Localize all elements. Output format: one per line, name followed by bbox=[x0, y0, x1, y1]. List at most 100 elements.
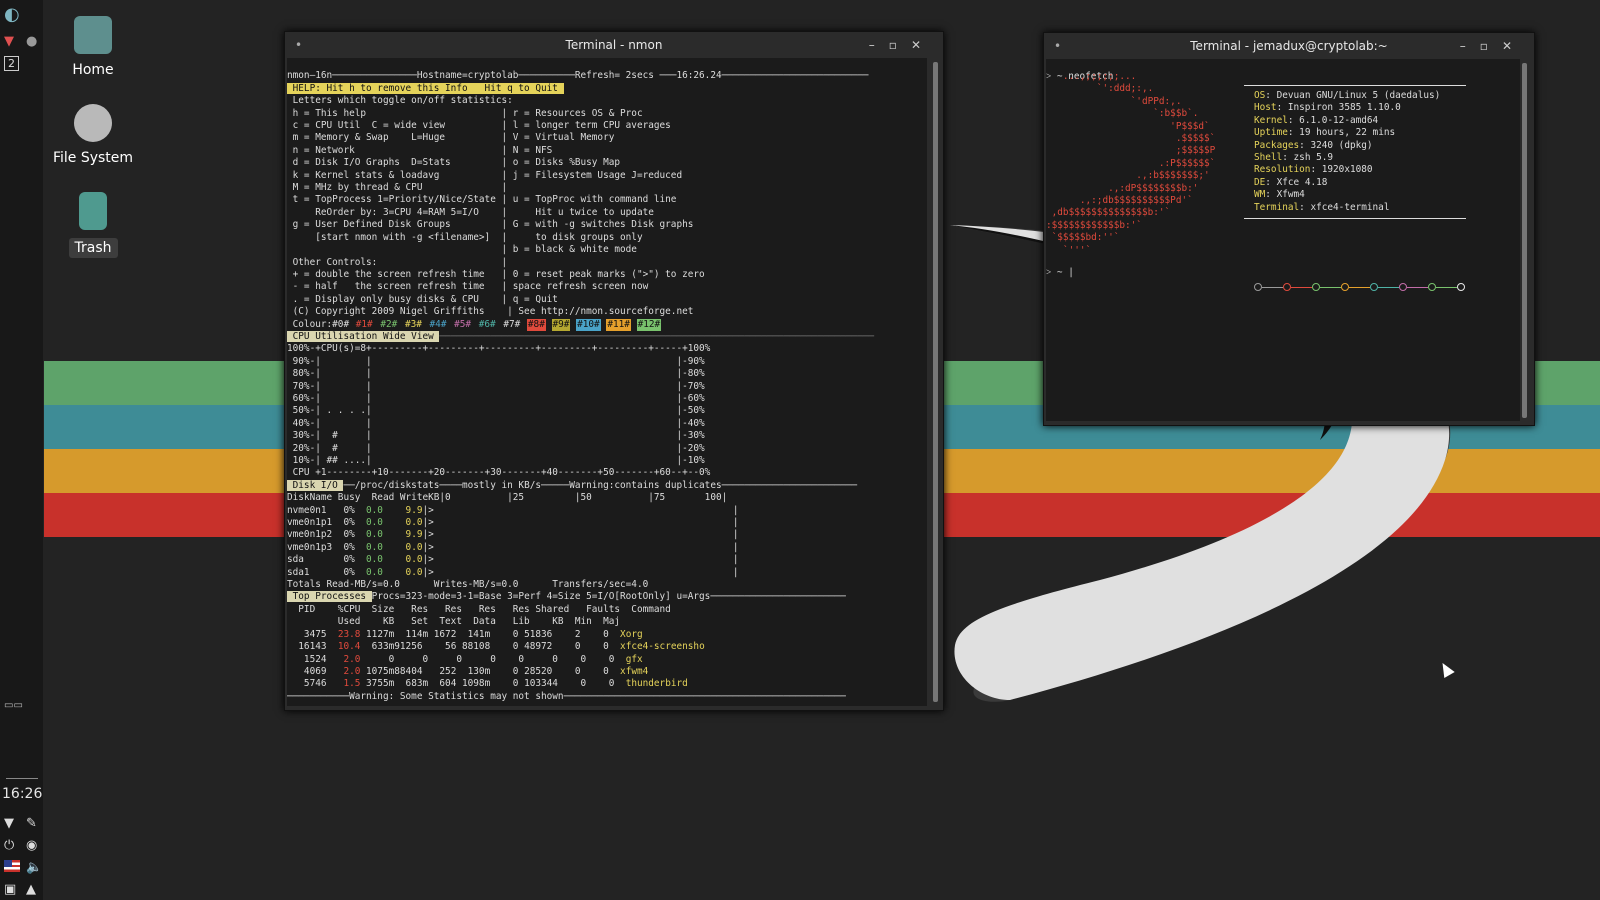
colour-swatch: #7# bbox=[503, 318, 521, 330]
notification-bell-icon[interactable]: ▲ bbox=[26, 882, 36, 897]
network-icon[interactable]: ▼ bbox=[4, 816, 14, 831]
window-controls[interactable]: –▫✕ bbox=[869, 32, 935, 58]
help-line: g = User Defined Disk Groups | G = with … bbox=[287, 219, 694, 231]
disk-write: 0.0 bbox=[394, 566, 423, 578]
table-row: vme0n1p3 0% 0.0 0.0|> | bbox=[287, 541, 739, 553]
help-line: k = Kernel stats & loadavg | j = Filesys… bbox=[287, 169, 683, 181]
proc-cpu: 1.5 bbox=[337, 678, 361, 690]
maximize-icon[interactable]: ▫ bbox=[1480, 39, 1502, 53]
cpu-graph-line: 70%-| | |-70% bbox=[287, 380, 705, 392]
disk-busy: 0% bbox=[332, 554, 355, 566]
cpu-graph-line: 20%-| # | |-20% bbox=[287, 442, 705, 454]
info-key: DE bbox=[1254, 176, 1266, 188]
palette-line bbox=[1407, 287, 1428, 288]
shield-icon[interactable]: ▼ bbox=[4, 34, 14, 49]
clipboard-icon[interactable]: ▣ bbox=[4, 882, 16, 897]
table-row: 16143 10.4 633m91256 56 88108 0 48972 0 … bbox=[287, 641, 927, 653]
info-value: zsh 5.9 bbox=[1293, 152, 1334, 164]
info-key: Host bbox=[1254, 102, 1277, 114]
ascii-line: `':ddd;:,. bbox=[1046, 83, 1154, 95]
info-value: xfce4-terminal bbox=[1310, 201, 1390, 213]
window-titlebar[interactable]: • Terminal - nmon –▫✕ bbox=[285, 32, 943, 58]
desktop-icon-filesystem[interactable]: File System bbox=[38, 104, 148, 166]
nmon-footer: ───────────Warning: Some Statistics may … bbox=[287, 690, 846, 702]
colour-swatch: #11# bbox=[606, 318, 631, 331]
window-title: Terminal - nmon bbox=[565, 38, 663, 52]
minimize-icon[interactable]: – bbox=[1460, 39, 1480, 53]
palette-line bbox=[1436, 287, 1457, 288]
top-section-title: Top Processes bbox=[287, 591, 372, 603]
ascii-line: .$$$$$` bbox=[1046, 133, 1216, 145]
clock[interactable]: 16:26 bbox=[2, 786, 42, 802]
ascii-line: .:P$$$$$$` bbox=[1046, 157, 1216, 169]
help-line: M = MHz by thread & CPU | bbox=[287, 182, 508, 194]
process-table: 3475 23.8 1127m 114m 1672 141m 0 51836 2… bbox=[287, 629, 927, 691]
table-row: sda1 0% 0.0 0.0|> | bbox=[287, 566, 739, 578]
close-icon[interactable]: ✕ bbox=[911, 38, 935, 52]
power-icon[interactable]: ⏻ bbox=[4, 838, 14, 853]
window-menu-icon[interactable]: • bbox=[295, 32, 302, 58]
scrollbar[interactable] bbox=[1522, 63, 1527, 418]
disk-write: 9.9 bbox=[394, 529, 423, 541]
maximize-icon[interactable]: ▫ bbox=[889, 38, 911, 52]
help-line: d = Disk I/O Graphs D=Stats | o = Disks … bbox=[287, 157, 621, 169]
palette-line bbox=[1320, 287, 1341, 288]
keyboard-layout-flag-icon[interactable] bbox=[4, 860, 20, 872]
help-line: c = CPU Util C = wide view | l = longer … bbox=[287, 120, 671, 132]
help-line: t = TopProcess 1=Priority/Nice/State | u… bbox=[287, 194, 677, 206]
ascii-logo: ...,;;;;;;... `':ddd;:,. `'dPPd:,. `:b$$… bbox=[1046, 71, 1215, 257]
help-text: Letters which toggle on/off statistics: … bbox=[287, 95, 927, 318]
help-line: . = Display only busy disks & CPU | q = … bbox=[287, 293, 558, 305]
workspace-switcher[interactable]: 2 bbox=[4, 56, 19, 71]
scrollbar[interactable] bbox=[933, 62, 938, 702]
window-titlebar[interactable]: • Terminal - jemadux@cryptolab:~ –▫✕ bbox=[1044, 33, 1534, 59]
info-row: Terminal: xfce4-terminal bbox=[1254, 201, 1390, 213]
info-row: DE: Xfce 4.18 bbox=[1254, 176, 1328, 188]
close-icon[interactable]: ✕ bbox=[1502, 39, 1526, 53]
proc-cpu: 23.8 bbox=[337, 628, 361, 640]
info-key: Packages bbox=[1254, 139, 1300, 151]
desktop-icon-home[interactable]: Home bbox=[38, 16, 148, 78]
disk-busy: 0% bbox=[332, 517, 355, 529]
proc-stats: 0 0 0 0 0 0 0 0 bbox=[360, 653, 615, 665]
info-value: 1920x1080 bbox=[1321, 164, 1373, 176]
proc-stats: 3755m 683m 604 1098m 0 103344 0 0 bbox=[360, 678, 615, 690]
proc-stats: 1075m88404 252 130m 0 28520 0 0 bbox=[360, 665, 609, 677]
disk-write: 9.9 bbox=[394, 504, 423, 516]
disk-read: 0.0 bbox=[354, 554, 383, 566]
window-list-icon[interactable]: ▭▭ bbox=[4, 700, 23, 711]
help-line: [start nmon with -g <filename>] | to dis… bbox=[287, 231, 643, 243]
table-row: nvme0n1 0% 0.0 9.9|> | bbox=[287, 504, 739, 516]
clip-icon[interactable]: ✎ bbox=[26, 816, 37, 831]
cpu-graph-line: 60%-| | |-60% bbox=[287, 392, 705, 404]
proc-pid: 16143 bbox=[287, 641, 327, 653]
globe-icon[interactable]: ● bbox=[26, 34, 37, 49]
info-value: 3240 (dpkg) bbox=[1310, 139, 1373, 151]
minimize-icon[interactable]: – bbox=[869, 38, 889, 52]
prompt-line[interactable]: ˃ ~ | bbox=[1046, 267, 1074, 279]
nmon-terminal-window[interactable]: • Terminal - nmon –▫✕ nmon–16n──────────… bbox=[284, 31, 944, 711]
colour-swatch: #12# bbox=[636, 318, 662, 331]
disk-read: 0.0 bbox=[354, 504, 383, 516]
volume-icon[interactable]: 🔈 bbox=[26, 860, 42, 875]
info-value: 19 hours, 22 mins bbox=[1299, 127, 1396, 139]
neofetch-terminal-content[interactable]: ˃ ~ neofetch ...,;;;;;;... `':ddd;:,. `'… bbox=[1046, 59, 1520, 421]
media-icon[interactable]: ◉ bbox=[26, 838, 37, 853]
window-controls[interactable]: –▫✕ bbox=[1460, 33, 1526, 59]
desktop-icon-trash[interactable]: Trash bbox=[38, 192, 148, 258]
palette-dot bbox=[1457, 283, 1465, 291]
proc-pid: 5746 bbox=[287, 678, 327, 690]
cpu-graph-line: 90%-| | |-90% bbox=[287, 355, 705, 367]
proc-pid: 1524 bbox=[287, 653, 327, 665]
ascii-line: .,:;db$$$$$$$$$$Pd'` bbox=[1046, 195, 1193, 207]
app-menu-icon[interactable]: ◐ bbox=[4, 4, 20, 25]
colour-swatch: #4# bbox=[429, 318, 447, 330]
proc-pid: 3475 bbox=[287, 628, 327, 640]
window-menu-icon[interactable]: • bbox=[1054, 33, 1061, 59]
disk-name: vme0n1p3 bbox=[287, 541, 333, 553]
neofetch-terminal-window[interactable]: • Terminal - jemadux@cryptolab:~ –▫✕ ˃ ~… bbox=[1043, 32, 1535, 426]
nmon-terminal-content[interactable]: nmon–16n───────────────Hostname=cryptola… bbox=[287, 58, 927, 706]
help-line: m = Memory & Swap L=Huge | V = Virtual M… bbox=[287, 132, 615, 144]
palette-line bbox=[1262, 287, 1283, 288]
info-value: Xfwm4 bbox=[1276, 189, 1305, 201]
